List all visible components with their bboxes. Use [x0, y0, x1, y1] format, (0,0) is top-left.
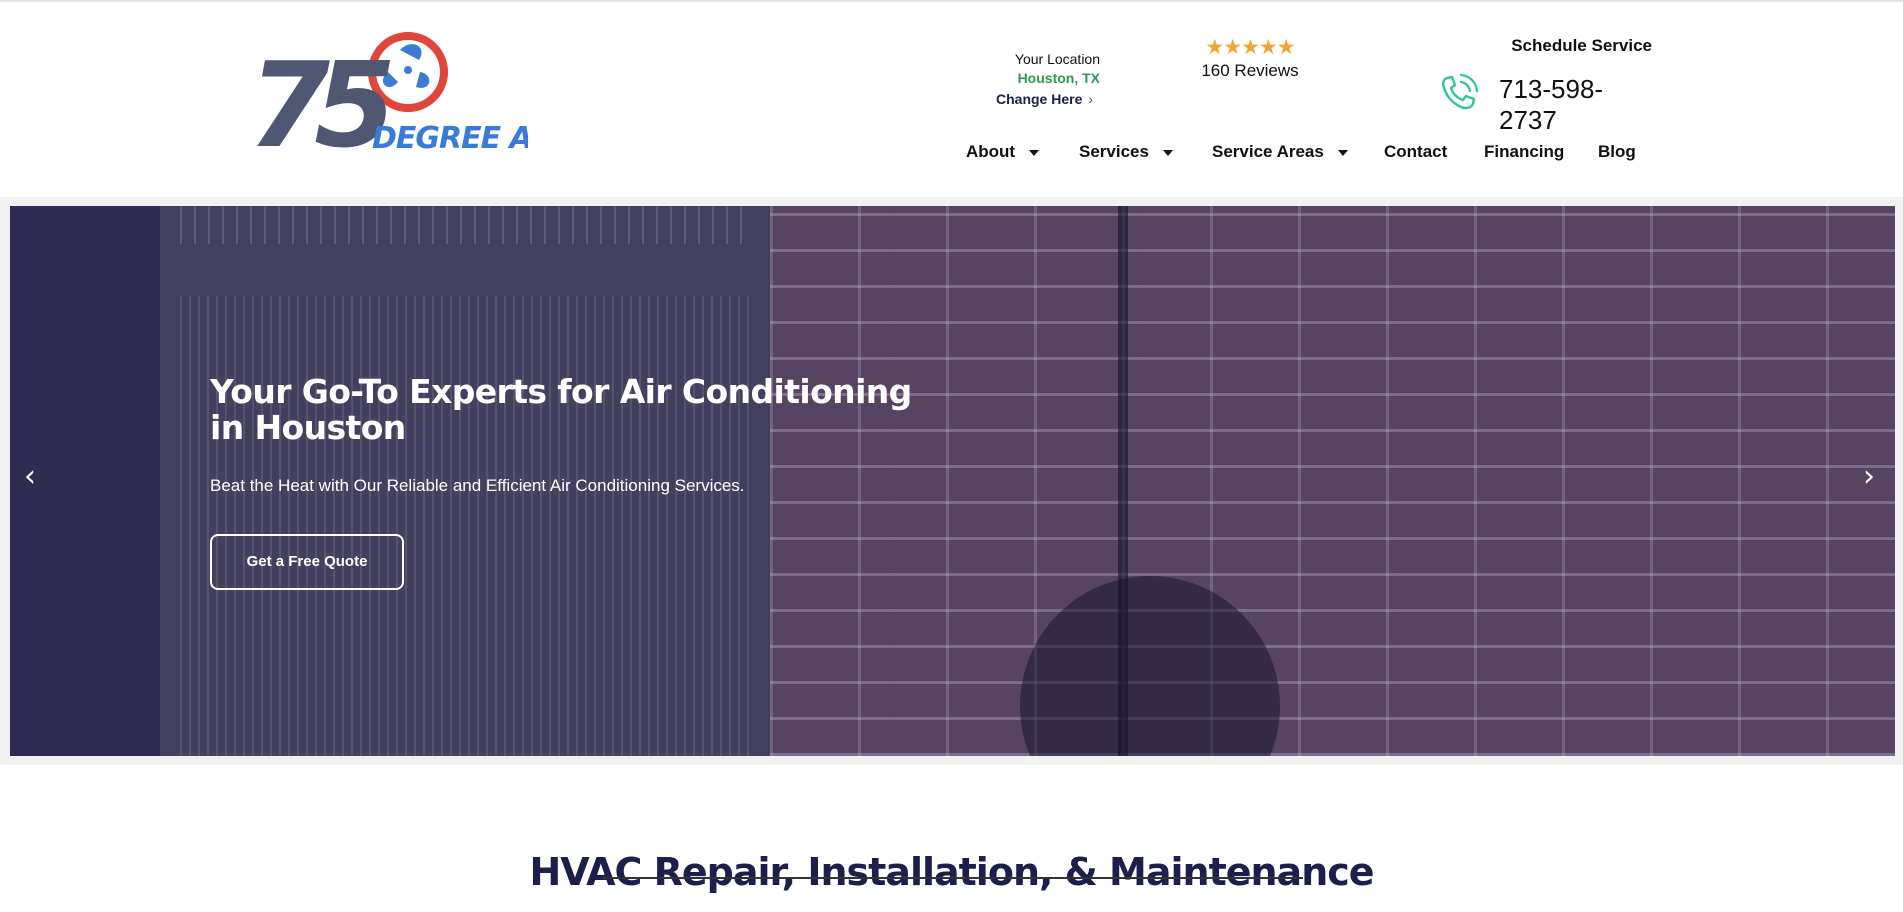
nav-item-label: Blog [1598, 142, 1636, 161]
nav-item-about[interactable]: About [966, 142, 1040, 162]
hero-slider: ‹ › Your Go-To Experts for Air Condition… [10, 206, 1895, 756]
caret-down-icon [1162, 149, 1173, 156]
chevron-right-icon[interactable]: › [1863, 462, 1875, 492]
reviews-widget[interactable]: ★★★★★ 160 Reviews [1190, 36, 1310, 81]
nav-item-blog[interactable]: Blog [1598, 142, 1636, 162]
nav-item-label: Financing [1484, 142, 1565, 161]
nav-item-services[interactable]: Services [1079, 142, 1173, 162]
site-header: 75 DEGREE AC Your Location Houston, TX C… [0, 2, 1903, 197]
location-widget: Your Location Houston, TX Change Here › [950, 50, 1100, 107]
schedule-widget: Schedule Service 713-598-2737 [1420, 36, 1652, 135]
free-quote-button[interactable]: Get a Free Quote [210, 534, 404, 590]
logo[interactable]: 75 DEGREE AC [248, 20, 528, 168]
hero-title: Your Go-To Experts for Air Conditioning … [210, 372, 912, 447]
svg-text:DEGREE AC: DEGREE AC [372, 121, 528, 156]
nav-item-label: Services [1079, 142, 1149, 161]
schedule-service-label: Schedule Service [1511, 36, 1652, 55]
nav-item-contact[interactable]: Contact [1384, 142, 1447, 162]
location-city: Houston, TX [1017, 70, 1100, 86]
logo-mark: 75 DEGREE AC [248, 32, 528, 168]
section-divider [603, 877, 1303, 879]
change-location-label: Change Here [996, 91, 1083, 107]
main-nav: About Services Service Areas Contact Fin… [958, 142, 1658, 172]
nav-item-label: Contact [1384, 142, 1448, 161]
nav-item-service-areas[interactable]: Service Areas [1212, 142, 1348, 162]
ac-unit-grille [180, 296, 750, 756]
reviews-count: 160 Reviews [1201, 61, 1299, 80]
nav-item-label: Service Areas [1212, 142, 1324, 161]
hero-content: Your Go-To Experts for Air Conditioning … [210, 372, 930, 590]
section-title: HVAC Repair, Installation, & Maintenance [529, 849, 1374, 894]
arrow-right-icon: › [1088, 91, 1094, 107]
brick-wall-image [770, 206, 1895, 756]
nav-item-financing[interactable]: Financing [1484, 142, 1564, 162]
phone-number[interactable]: 713-598-2737 [1499, 74, 1652, 136]
pipe-image [1118, 206, 1128, 756]
hero-subtitle: Beat the Heat with Our Reliable and Effi… [210, 476, 745, 495]
svg-text:75: 75 [248, 36, 390, 168]
ac-unit-fan-guard [180, 206, 750, 244]
chevron-left-icon[interactable]: ‹ [24, 462, 36, 492]
caret-down-icon [1337, 149, 1348, 156]
location-label: Your Location [1014, 51, 1100, 67]
caret-down-icon [1029, 149, 1040, 156]
star-rating-icon: ★★★★★ [1205, 36, 1295, 59]
phone-icon[interactable] [1436, 71, 1480, 115]
nav-item-label: About [966, 142, 1016, 161]
change-location-link[interactable]: Change Here › [996, 90, 1093, 109]
